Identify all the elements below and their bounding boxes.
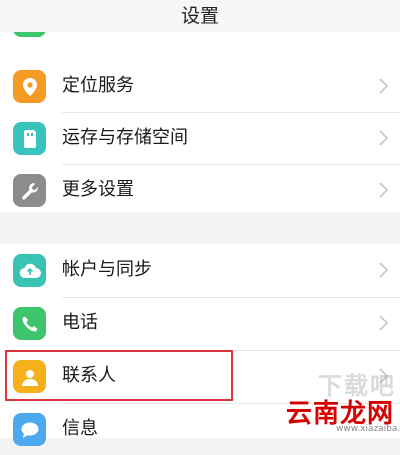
settings-item-label: 定位服务: [62, 75, 134, 96]
settings-item-phone[interactable]: 电话: [0, 297, 400, 349]
settings-item-label: 更多设置: [62, 179, 134, 200]
cloud-sync-icon: [13, 254, 46, 287]
chevron-right-icon: [379, 182, 388, 198]
settings-group-system: 定位服务 运存与存储空间 更多设置: [0, 4, 400, 212]
storage-icon: [13, 122, 46, 155]
settings-item-label: 信息: [62, 418, 98, 439]
chevron-right-icon: [379, 262, 388, 278]
settings-item-accounts[interactable]: 帐户与同步: [0, 244, 400, 296]
page-title: 设置: [180, 5, 219, 27]
contact-icon: [13, 360, 46, 393]
watermark-url: www.xiazaiba.com: [336, 424, 400, 434]
location-icon: [13, 70, 46, 103]
settings-item-more[interactable]: 更多设置: [0, 164, 400, 216]
chevron-right-icon: [379, 78, 388, 94]
page-title-bar: 设置: [0, 0, 400, 32]
settings-item-storage[interactable]: 运存与存储空间: [0, 112, 400, 164]
message-icon: [13, 413, 46, 446]
phone-icon: [13, 307, 46, 340]
wrench-icon: [13, 174, 46, 207]
settings-item-label: 联系人: [62, 365, 116, 386]
chevron-right-icon: [379, 130, 388, 146]
settings-item-label: 运存与存储空间: [62, 127, 188, 148]
chevron-right-icon: [379, 315, 388, 331]
settings-item-label: 帐户与同步: [62, 259, 152, 280]
settings-item-label: 电话: [62, 312, 98, 333]
settings-item-location[interactable]: 定位服务: [0, 60, 400, 112]
